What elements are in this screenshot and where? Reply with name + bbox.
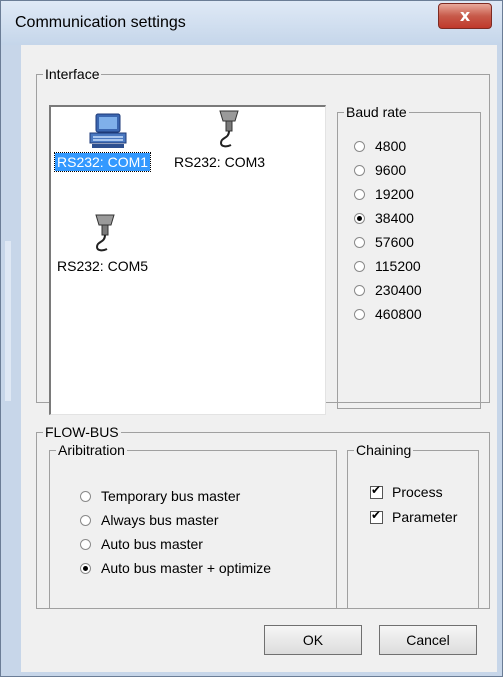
baud-460800-radio[interactable]: 460800 [354,305,422,323]
title-bar[interactable]: Communication settings x [1,1,502,45]
arb-auto-optimize-radio[interactable]: Auto bus master + optimize [80,559,271,577]
flowbus-group: FLOW-BUS Aribitration Temporary bus mast… [36,425,490,609]
baud-rate-group: Baud rate 4800 9600 19200 38400 57600 11… [337,105,481,409]
baud-38400-radio[interactable]: 38400 [354,209,414,227]
radio-indicator[interactable] [80,514,91,526]
frame-highlight [5,241,11,401]
arb-temporary-radio[interactable]: Temporary bus master [80,487,240,505]
radio-indicator[interactable] [354,140,365,152]
radio-label: 4800 [375,138,407,154]
baud-9600-radio[interactable]: 9600 [354,161,406,179]
baud-rate-legend: Baud rate [346,104,407,120]
device-com3-label[interactable]: RS232: COM3 [172,153,267,171]
radio-indicator[interactable] [354,260,365,272]
radio-indicator[interactable] [354,236,365,248]
dialog-client-area: Interface RS232: COM1 RS232: COM3 RS232:… [21,45,497,672]
radio-label: Auto bus master [101,536,203,552]
chaining-legend: Chaining [356,442,412,458]
serial-connector-icon [219,110,239,148]
radio-label: 19200 [375,186,414,202]
device-com5-icon-wrap[interactable] [85,213,125,257]
radio-indicator[interactable] [80,538,91,550]
radio-label: 230400 [375,282,422,298]
radio-label: Temporary bus master [101,488,241,504]
radio-label: Always bus master [101,512,219,528]
checkbox-label: Parameter [392,509,458,525]
baud-4800-radio[interactable]: 4800 [354,137,406,155]
device-com1-icon-wrap[interactable] [73,111,143,155]
radio-indicator[interactable] [354,188,365,200]
dialog-window: Communication settings x Interface RS232… [0,0,503,677]
radio-label: 460800 [375,306,422,322]
radio-indicator[interactable] [80,562,91,574]
radio-label: 115200 [375,258,421,274]
chaining-parameter-checkbox[interactable]: Parameter [370,508,457,526]
chaining-process-checkbox[interactable]: Process [370,483,443,501]
interface-legend: Interface [45,66,100,82]
radio-label: 9600 [375,162,407,178]
checkbox-indicator[interactable] [370,483,383,499]
radio-indicator[interactable] [354,308,365,320]
close-icon: x [459,6,471,25]
window-left-frame [1,45,21,676]
baud-19200-radio[interactable]: 19200 [354,185,414,203]
baud-115200-radio[interactable]: 115200 [354,257,421,275]
chaining-group: Chaining Process Parameter [347,443,479,609]
arbitration-group: Aribitration Temporary bus master Always… [49,443,337,609]
arb-auto-radio[interactable]: Auto bus master [80,535,203,553]
interface-group: Interface RS232: COM1 RS232: COM3 RS232:… [36,66,490,415]
arbitration-legend: Aribitration [58,442,125,458]
arb-always-radio[interactable]: Always bus master [80,511,218,529]
baud-230400-radio[interactable]: 230400 [354,281,422,299]
radio-indicator[interactable] [354,212,365,224]
radio-label: 57600 [375,234,414,250]
device-com3-icon-wrap[interactable] [209,109,249,153]
serial-connector-icon [95,214,115,252]
flowbus-legend: FLOW-BUS [45,424,119,440]
device-com5-label[interactable]: RS232: COM5 [55,257,150,275]
checkbox-label: Process [392,484,443,500]
ok-button[interactable]: OK [264,625,362,655]
cancel-button[interactable]: Cancel [379,625,477,655]
checkbox-indicator[interactable] [370,508,383,524]
radio-indicator[interactable] [80,490,91,502]
radio-label: Auto bus master + optimize [101,560,272,576]
radio-indicator[interactable] [354,164,365,176]
close-button[interactable]: x [438,3,492,29]
radio-indicator[interactable] [354,284,365,296]
baud-57600-radio[interactable]: 57600 [354,233,414,251]
radio-label: 38400 [375,210,414,226]
device-com1-label[interactable]: RS232: COM1 [53,152,152,172]
computer-icon [89,113,127,148]
interface-listbox[interactable]: RS232: COM1 RS232: COM3 RS232: COM5 [49,105,326,415]
window-title: Communication settings [15,14,186,31]
